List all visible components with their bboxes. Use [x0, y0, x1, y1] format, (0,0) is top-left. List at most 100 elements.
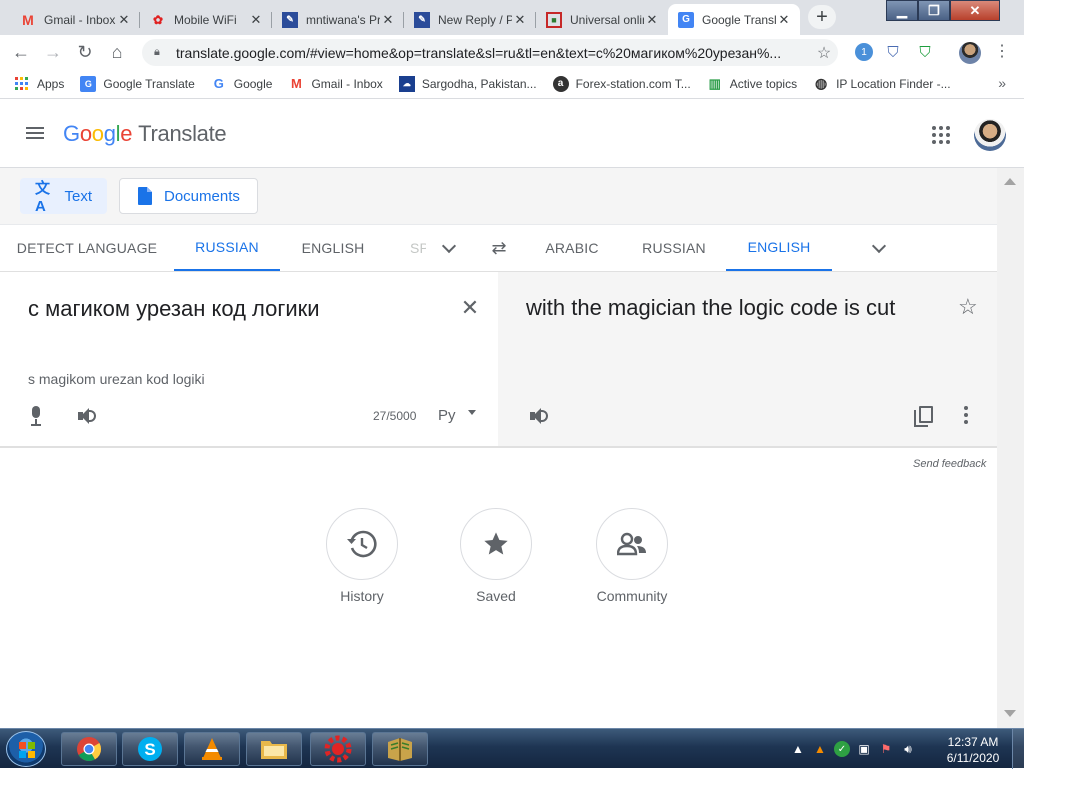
start-button[interactable]	[6, 731, 46, 767]
forward-button[interactable]: →	[40, 39, 66, 65]
tab-close-icon[interactable]: ✕	[380, 12, 396, 28]
bookmark-google-translate[interactable]: G Google Translate	[80, 75, 195, 92]
documents-mode-button[interactable]: Documents	[119, 178, 258, 214]
documents-mode-label: Documents	[164, 187, 240, 205]
send-feedback-link[interactable]: Send feedback	[913, 458, 986, 470]
bookmark-gmail[interactable]: M Gmail - Inbox	[288, 76, 383, 92]
bookmark-google[interactable]: G Google	[211, 76, 273, 92]
bookmark-forex[interactable]: a Forex-station.com T...	[552, 75, 691, 92]
home-button[interactable]: ⌂	[104, 39, 130, 65]
scroll-up-icon[interactable]	[1004, 178, 1016, 185]
taskbar-app-book[interactable]	[372, 732, 428, 766]
google-translate-logo[interactable]: Google Translate	[63, 121, 227, 147]
listen-source-icon[interactable]	[76, 406, 98, 426]
arrow-right-icon: →	[44, 41, 62, 62]
source-text-input[interactable]: с магиком урезан код логики	[28, 296, 320, 322]
copy-translation-icon[interactable]	[914, 406, 934, 428]
save-translation-star-icon[interactable]: ☆	[958, 294, 978, 320]
source-lang-detect[interactable]: DETECT LANGUAGE	[12, 225, 162, 271]
system-tray: ▲ ▲ ✓ ▣ ⚑ 🔊︎	[790, 729, 922, 769]
page-scrollbar[interactable]	[997, 168, 1024, 728]
reload-button[interactable]: ↻	[72, 39, 98, 65]
taskbar-app-red[interactable]	[310, 732, 366, 766]
google-translate-icon: G	[80, 75, 97, 92]
tab-close-icon[interactable]: ✕	[776, 12, 792, 28]
listen-translation-icon[interactable]	[528, 406, 550, 426]
target-lang-english[interactable]: ENGLISH	[726, 225, 832, 271]
taskbar-clock[interactable]: 12:37 AM 6/11/2020	[940, 734, 1006, 766]
tab-universal[interactable]: ■ Universal online ✕	[536, 4, 668, 35]
close-window-button[interactable]: ✕	[950, 0, 1000, 21]
show-hidden-icons[interactable]: ▲	[790, 741, 806, 757]
taskbar-skype[interactable]: S	[122, 732, 178, 766]
source-lang-english[interactable]: ENGLISH	[290, 225, 376, 271]
address-url[interactable]: translate.google.com/#view=home&op=trans…	[176, 45, 810, 61]
bookmark-active-topics[interactable]: ▥ Active topics	[707, 76, 798, 92]
source-lang-russian[interactable]: RUSSIAN	[174, 225, 280, 271]
skype-icon: S	[138, 737, 162, 761]
tab-new-reply[interactable]: ✎ New Reply / Posting ✕	[404, 4, 536, 35]
swap-languages-icon[interactable]: ⇄	[488, 238, 510, 258]
target-lang-dropdown-icon[interactable]	[871, 239, 889, 257]
bookmark-weather[interactable]: ☁ Sargodha, Pakistan...	[398, 75, 537, 92]
folder-icon	[261, 741, 287, 759]
vlc-tray-icon[interactable]: ▲	[812, 741, 828, 757]
address-bar[interactable]: 🔒︎ translate.google.com/#view=home&op=tr…	[142, 39, 838, 66]
action-center-icon[interactable]: ⚑	[878, 741, 894, 757]
bookmark-ip-location[interactable]: ◍ IP Location Finder -...	[813, 75, 951, 92]
history-button[interactable]: History	[307, 508, 417, 604]
network-tray-icon[interactable]: ▣	[856, 741, 872, 757]
input-tools-button[interactable]: Ру	[438, 407, 456, 424]
browser-menu-icon[interactable]: ⋮	[994, 43, 1010, 61]
minimize-button[interactable]: ▁	[886, 0, 918, 21]
new-tab-button[interactable]: +	[808, 5, 836, 29]
tab-profile[interactable]: ✎ mntiwana's Profile ✕	[272, 4, 404, 35]
google-apps-icon[interactable]	[932, 126, 950, 144]
desktop-background	[1024, 0, 1075, 806]
more-options-icon[interactable]	[963, 406, 969, 426]
tab-close-icon[interactable]: ✕	[116, 12, 132, 28]
window-controls: ▁ ❐ ✕	[886, 0, 1000, 22]
tab-google-translate[interactable]: G Google Translate ✕	[668, 4, 800, 35]
product-name: Translate	[138, 121, 227, 146]
target-lang-russian[interactable]: RUSSIAN	[630, 225, 718, 271]
shield-icon[interactable]: ⛉	[884, 43, 902, 61]
show-desktop-button[interactable]	[1012, 729, 1024, 769]
community-button[interactable]: Community	[577, 508, 687, 604]
target-lang-arabic[interactable]: ARABIC	[532, 225, 612, 271]
main-menu-icon[interactable]	[24, 124, 46, 144]
extension-icon[interactable]: 1	[855, 43, 873, 61]
tab-close-icon[interactable]: ✕	[248, 12, 264, 28]
source-lang-dropdown-icon[interactable]	[441, 239, 459, 257]
tab-close-icon[interactable]: ✕	[644, 12, 660, 28]
browser-profile-avatar[interactable]	[959, 42, 981, 64]
windows-taskbar: S ▲ ▲ ✓ ▣ ⚑ 🔊︎ 12:37 AM 6/11/2020	[0, 728, 1024, 769]
scroll-down-icon[interactable]	[1004, 710, 1016, 717]
bookmarks-bar: Apps G Google Translate G Google M Gmail…	[0, 69, 1024, 99]
security-tray-icon[interactable]: ✓	[834, 741, 850, 757]
saved-button[interactable]: Saved	[441, 508, 551, 604]
taskbar-vlc[interactable]	[184, 732, 240, 766]
tab-gmail[interactable]: M Gmail - Inbox ✕	[10, 4, 140, 35]
source-lang-more[interactable]: SP	[400, 225, 426, 271]
taskbar-explorer[interactable]	[246, 732, 302, 766]
bookmark-star-icon[interactable]: ☆	[810, 43, 838, 63]
account-avatar[interactable]	[974, 119, 1006, 151]
taskbar-chrome[interactable]	[61, 732, 117, 766]
bookmark-apps[interactable]: Apps	[14, 76, 64, 92]
star-icon	[484, 532, 508, 555]
clear-source-icon[interactable]: ✕	[460, 297, 480, 319]
tab-close-icon[interactable]: ✕	[512, 12, 528, 28]
tab-mobile-wifi[interactable]: ✿ Mobile WiFi ✕	[140, 4, 272, 35]
text-mode-button[interactable]: 文A Text	[20, 178, 107, 215]
document-icon	[134, 185, 156, 207]
maximize-button[interactable]: ❐	[918, 0, 950, 21]
caret-down-icon[interactable]	[468, 410, 476, 415]
text-mode-label: Text	[64, 187, 92, 205]
back-button[interactable]: ←	[8, 39, 34, 65]
adblock-shield-icon[interactable]: ⛉	[916, 43, 934, 61]
browser-toolbar: ← → ↻ ⌂ 🔒︎ translate.google.com/#view=ho…	[0, 35, 1024, 69]
microphone-icon[interactable]	[27, 405, 45, 427]
bookmarks-overflow-icon[interactable]: »	[998, 75, 1006, 91]
volume-tray-icon[interactable]: 🔊︎	[900, 741, 916, 757]
